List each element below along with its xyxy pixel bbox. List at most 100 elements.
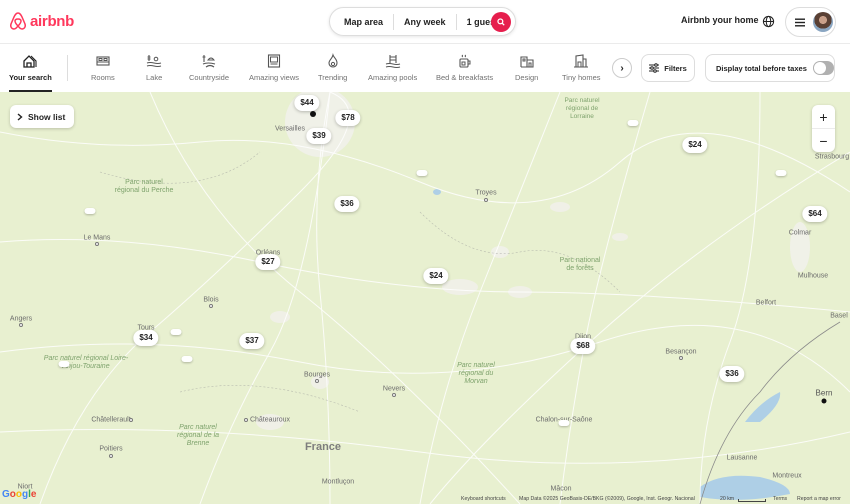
hamburger-menu-icon	[795, 18, 805, 26]
category-divider	[67, 55, 68, 81]
city-marker	[129, 418, 133, 422]
category-amazing-views[interactable]: Amazing views	[249, 53, 299, 82]
category-trending[interactable]: Trending	[318, 53, 347, 82]
selected-location-marker	[310, 111, 316, 117]
price-pin[interactable]: $39	[306, 128, 332, 144]
zoom-out-button[interactable]: −	[812, 129, 835, 152]
city-marker	[19, 323, 23, 327]
airbnb-logo[interactable]: airbnb	[9, 11, 74, 31]
map-park-label: Parc naturel régional Loire-Anjou-Tourai…	[43, 355, 129, 370]
category-design[interactable]: Design	[515, 53, 538, 82]
price-pin[interactable]: $36	[719, 366, 745, 382]
price-pin[interactable]: $24	[682, 137, 708, 153]
map-place-label: Châtellerault	[91, 416, 131, 424]
listing-mini-marker[interactable]	[181, 356, 193, 362]
display-total-label: Display total before taxes	[716, 63, 807, 73]
picture-icon	[267, 54, 281, 68]
display-total-toggle[interactable]: Display total before taxes	[705, 54, 835, 82]
listing-mini-marker[interactable]	[58, 361, 70, 367]
pool-icon	[385, 55, 400, 69]
listing-mini-marker[interactable]	[775, 170, 787, 176]
city-marker	[209, 304, 213, 308]
listing-mini-marker[interactable]	[84, 208, 96, 214]
listing-mini-marker[interactable]	[170, 329, 182, 335]
search-location[interactable]: Map area	[334, 17, 393, 27]
search-dates[interactable]: Any week	[394, 17, 456, 27]
map-park-label: Parc naturel régional de Lorraine	[564, 97, 600, 120]
terms-link[interactable]: Terms	[773, 496, 787, 502]
show-list-button[interactable]: Show list	[10, 105, 75, 128]
map-place-label: Le Mans	[83, 234, 111, 242]
user-menu-button[interactable]	[785, 7, 836, 37]
map-background	[0, 92, 850, 504]
category-label: Your search	[9, 73, 52, 82]
category-rooms[interactable]: Rooms	[91, 53, 115, 82]
price-pin[interactable]: $37	[239, 333, 265, 349]
chevron-right-icon	[17, 112, 23, 121]
category-label: Bed & breakfasts	[436, 73, 494, 82]
map-place-label: Montreux	[772, 472, 802, 480]
map-data-attribution: Map Data ©2025 GeoBasis-DE/BKG (©2009), …	[519, 496, 695, 502]
flame-icon	[328, 53, 338, 68]
category-label: Tiny homes	[562, 73, 601, 82]
price-pin[interactable]: $78	[335, 110, 361, 126]
category-label: Trending	[318, 73, 348, 82]
price-pin[interactable]: $24	[423, 268, 449, 284]
capital-marker	[821, 398, 827, 404]
globe-icon[interactable]	[762, 15, 775, 28]
map-place-label: Versailles	[275, 125, 305, 133]
listing-mini-marker[interactable]	[416, 170, 428, 176]
map-place-label: Nevers	[382, 385, 406, 393]
user-avatar	[813, 12, 833, 32]
city-marker	[95, 242, 99, 246]
report-map-error-link[interactable]: Report a map error	[797, 496, 841, 502]
map-place-label: Bourges	[303, 371, 331, 379]
price-pin[interactable]: $64	[802, 206, 828, 222]
price-pin[interactable]: $27	[255, 254, 281, 270]
keyboard-shortcuts-link[interactable]: Keyboard shortcuts	[461, 496, 506, 502]
zoom-in-button[interactable]: +	[812, 105, 835, 128]
category-your-search[interactable]: Your search	[9, 53, 52, 92]
map-place-label: Besançon	[665, 348, 697, 356]
listing-mini-marker[interactable]	[558, 420, 570, 426]
house-icon	[23, 55, 37, 68]
categories-next-button[interactable]: ›	[612, 58, 632, 78]
map-place-label: Blois	[203, 296, 219, 304]
category-tiny-homes[interactable]: Tiny homes	[562, 53, 601, 82]
listing-mini-marker[interactable]	[627, 120, 639, 126]
search-button[interactable]	[491, 12, 511, 32]
map-place-label: Montluçon	[321, 478, 355, 486]
top-header: airbnb Map area Any week 1 guest Airbnb …	[0, 0, 850, 44]
city-marker	[392, 393, 396, 397]
category-bed-breakfasts[interactable]: Bed & breakfasts	[436, 53, 493, 82]
coffee-mug-icon	[459, 54, 471, 68]
map-country-label: France	[304, 441, 342, 453]
airbnb-your-home-link[interactable]: Airbnb your home	[681, 15, 759, 25]
category-label: Amazing pools	[368, 73, 418, 82]
map-park-label: Parc naturel régional du Perche	[114, 179, 174, 194]
price-pin[interactable]: $34	[133, 330, 159, 346]
category-amazing-pools[interactable]: Amazing pools	[368, 53, 417, 82]
toggle-switch[interactable]	[812, 61, 834, 75]
price-pin[interactable]: $68	[570, 338, 596, 354]
search-bar[interactable]: Map area Any week 1 guest	[329, 7, 516, 36]
category-label: Design	[515, 73, 539, 82]
map-view[interactable]: Parc naturel régional de Lorraine Parc n…	[0, 92, 850, 504]
map-place-label: Bern	[815, 388, 833, 398]
map-park-label: Parc national de forêts	[559, 257, 601, 272]
map-place-label: Troyes	[475, 189, 497, 197]
sliders-icon	[649, 63, 660, 73]
lake-icon	[146, 55, 162, 68]
price-pin[interactable]: $44	[294, 95, 320, 111]
city-marker	[484, 198, 488, 202]
map-place-label: Angers	[9, 315, 33, 323]
map-place-label: Poitiers	[99, 445, 123, 453]
price-pin[interactable]: $36	[334, 196, 360, 212]
category-lake[interactable]: Lake	[146, 53, 162, 82]
map-place-label: Mâcon	[550, 485, 572, 493]
category-bar: Your search Rooms Lake Countryside Amazi…	[0, 45, 850, 92]
filters-button[interactable]: Filters	[641, 54, 695, 82]
countryside-icon	[202, 55, 216, 68]
map-place-label: Lausanne	[726, 454, 758, 462]
category-countryside[interactable]: Countryside	[189, 53, 229, 82]
